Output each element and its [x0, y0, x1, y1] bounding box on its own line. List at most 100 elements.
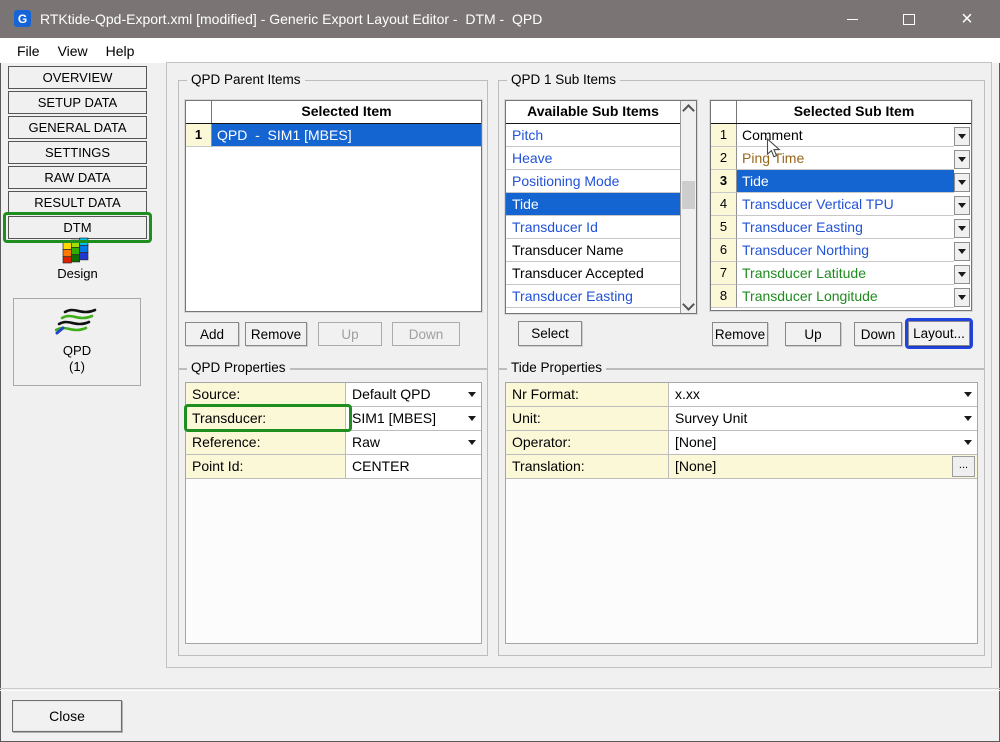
row-number: 2	[711, 147, 737, 170]
chevron-down-icon	[958, 157, 966, 162]
up-sub-button[interactable]: Up	[785, 322, 841, 346]
menu-help[interactable]: Help	[97, 43, 144, 59]
menu-view[interactable]: View	[49, 43, 97, 59]
available-item-tide[interactable]: Tide	[506, 193, 680, 216]
window-title: RTKtide-Qpd-Export.xml [modified] - Gene…	[40, 0, 542, 38]
property-row: Nr Format:x.xx	[506, 383, 977, 407]
dtm-grid-icon[interactable]	[62, 237, 89, 264]
scrollbar-thumb[interactable]	[682, 181, 695, 209]
available-item-transducer-northing[interactable]: Transducer Northing	[506, 308, 680, 313]
group-title: Tide Properties	[507, 360, 606, 375]
selected-sub-item-transducer-northing[interactable]: Transducer Northing	[737, 239, 954, 262]
row-number: 8	[711, 285, 737, 308]
scroll-up-icon[interactable]	[681, 101, 696, 116]
maximize-button[interactable]	[886, 0, 932, 38]
selected-sub-item-transducer-latitude[interactable]: Transducer Latitude	[737, 262, 954, 285]
tide-properties-label-nr-format: Nr Format:	[506, 383, 669, 406]
dropdown-button[interactable]	[959, 383, 977, 406]
row-number-header	[186, 101, 212, 123]
property-row: Translation:[None]...	[506, 455, 977, 479]
tide-properties-browse-button[interactable]: ...	[952, 456, 975, 477]
table-row: 6Transducer Northing	[711, 239, 971, 262]
design-label[interactable]: Design	[0, 266, 155, 281]
title-bar: G RTKtide-Qpd-Export.xml [modified] - Ge…	[0, 0, 1000, 38]
select-button[interactable]: Select	[518, 321, 582, 346]
row-number-header	[711, 101, 737, 123]
menu-file[interactable]: File	[8, 43, 49, 59]
available-item-transducer-id[interactable]: Transducer Id	[506, 216, 680, 239]
nav-highlight-dtm: DTM	[8, 216, 147, 239]
down-sub-button[interactable]: Down	[854, 322, 902, 346]
add-button[interactable]: Add	[185, 322, 239, 346]
minimize-icon	[847, 19, 858, 20]
sidebar-item-dtm[interactable]: DTM	[8, 216, 147, 239]
dropdown-button[interactable]	[463, 383, 481, 406]
layout-button[interactable]: Layout...	[908, 321, 970, 346]
dropdown-button[interactable]	[959, 431, 977, 454]
qpd-properties-value-reference[interactable]: Raw	[346, 431, 463, 454]
chevron-down-icon	[958, 226, 966, 231]
tide-properties-label-translation: Translation:	[506, 455, 669, 478]
sidebar-item-setup-data[interactable]: SETUP DATA	[8, 91, 147, 114]
down-button: Down	[392, 322, 460, 346]
minimize-button[interactable]	[829, 0, 875, 38]
qpd-properties-value-transducer[interactable]: SIM1 [MBES]	[346, 407, 463, 430]
dropdown-button[interactable]	[954, 150, 970, 169]
tide-properties-value-unit[interactable]: Survey Unit	[669, 407, 959, 430]
tide-properties-panel: Nr Format:x.xxUnit:Survey UnitOperator:[…	[505, 382, 978, 644]
group-title: QPD Parent Items	[187, 72, 305, 87]
table-row: 2Ping Time	[711, 147, 971, 170]
row-number: 3	[711, 170, 737, 193]
dropdown-button[interactable]	[463, 407, 481, 430]
dropdown-button[interactable]	[954, 173, 970, 192]
dropdown-button[interactable]	[959, 407, 977, 430]
dropdown-button[interactable]	[954, 288, 970, 307]
selected-sub-item-tide[interactable]: Tide	[737, 170, 954, 193]
dropdown-button[interactable]	[954, 127, 970, 146]
qpd-properties-label-reference: Reference:	[186, 431, 346, 454]
scrollbar[interactable]	[680, 101, 696, 313]
chevron-down-icon	[958, 295, 966, 300]
selected-sub-item-transducer-longitude[interactable]: Transducer Longitude	[737, 285, 954, 308]
available-sub-items-list: Available Sub Items PitchHeavePositionin…	[505, 100, 697, 314]
tide-properties-value-nr-format[interactable]: x.xx	[669, 383, 959, 406]
sidebar-item-result-data[interactable]: RESULT DATA	[8, 191, 147, 214]
available-item-pitch[interactable]: Pitch	[506, 124, 680, 147]
available-item-positioning-mode[interactable]: Positioning Mode	[506, 170, 680, 193]
sidebar-item-overview[interactable]: OVERVIEW	[8, 66, 147, 89]
dropdown-button[interactable]	[954, 196, 970, 215]
qpd-label: QPD	[14, 343, 140, 359]
close-button[interactable]: Close	[12, 700, 122, 732]
remove-button[interactable]: Remove	[245, 322, 307, 346]
close-window-button[interactable]: ×	[944, 0, 990, 38]
chevron-down-icon	[964, 440, 972, 445]
sidebar-item-settings[interactable]: SETTINGS	[8, 141, 147, 164]
tide-properties-value-operator[interactable]: [None]	[669, 431, 959, 454]
available-item-heave[interactable]: Heave	[506, 147, 680, 170]
dropdown-button[interactable]	[954, 219, 970, 238]
available-item-transducer-easting[interactable]: Transducer Easting	[506, 285, 680, 308]
selected-sub-item-transducer-vertical-tpu[interactable]: Transducer Vertical TPU	[737, 193, 954, 216]
parent-item-qpd-sim1-mbes[interactable]: QPD - SIM1 [MBES]	[212, 124, 481, 147]
chevron-down-icon	[958, 249, 966, 254]
qpd-properties-value-source[interactable]: Default QPD	[346, 383, 463, 406]
dropdown-button[interactable]	[954, 242, 970, 261]
sidebar-item-general-data[interactable]: GENERAL DATA	[8, 116, 147, 139]
table-row: 3Tide	[711, 170, 971, 193]
sidebar-item-raw-data[interactable]: RAW DATA	[8, 166, 147, 189]
row-number: 5	[711, 216, 737, 239]
selected-sub-items-table: Selected Sub Item 1Comment2Ping Time3Tid…	[710, 100, 972, 311]
selected-sub-item-transducer-easting[interactable]: Transducer Easting	[737, 216, 954, 239]
tide-properties-value-translation[interactable]: [None]	[669, 455, 950, 478]
row-number: 1	[186, 124, 212, 147]
dropdown-button[interactable]	[463, 431, 481, 454]
scroll-down-icon[interactable]	[681, 298, 696, 313]
close-icon: ×	[961, 9, 973, 29]
property-row: Unit:Survey Unit	[506, 407, 977, 431]
dropdown-button[interactable]	[954, 265, 970, 284]
qpd-properties-value-point-id[interactable]: CENTER	[346, 455, 481, 478]
remove-sub-button[interactable]: Remove	[712, 322, 768, 346]
available-item-transducer-accepted[interactable]: Transducer Accepted	[506, 262, 680, 285]
sidebar-item-qpd[interactable]: QPD (1)	[13, 298, 141, 386]
available-item-transducer-name[interactable]: Transducer Name	[506, 239, 680, 262]
